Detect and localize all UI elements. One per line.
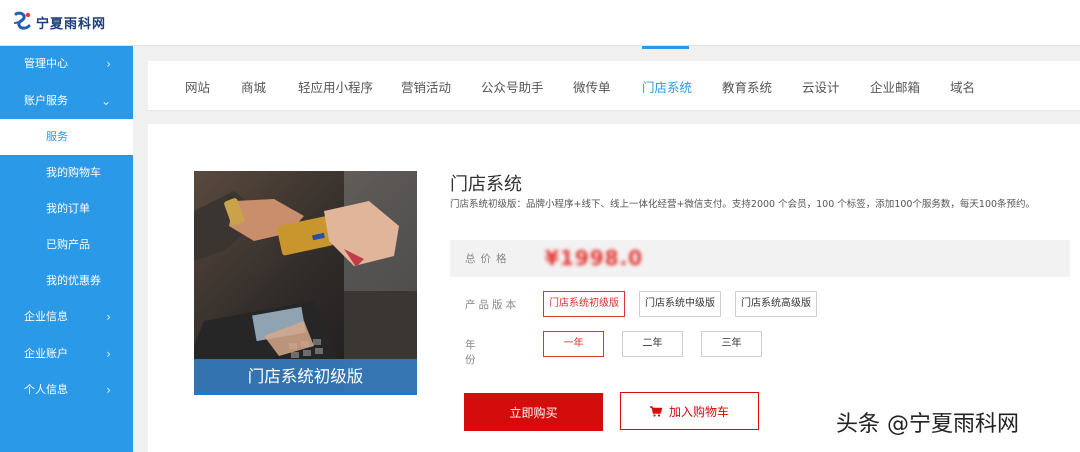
- tab-marketing[interactable]: 营销活动: [401, 77, 451, 96]
- tab-enterprise-mail[interactable]: 企业邮箱: [870, 77, 920, 96]
- sidebar-subitem-purchased[interactable]: 已购产品: [0, 227, 133, 263]
- sidebar-item-label: 已购产品: [46, 238, 90, 251]
- sidebar-subitem-cart[interactable]: 我的购物车: [0, 155, 133, 191]
- sidebar-item-label: 企业账户: [24, 346, 68, 360]
- logo-text: 宁夏雨科网: [36, 16, 107, 32]
- sidebar-item-label: 个人信息: [24, 383, 68, 396]
- chevron-right-icon: ›: [106, 57, 111, 71]
- tab-mall[interactable]: 商城: [241, 77, 266, 96]
- chevron-right-icon: ›: [106, 346, 111, 361]
- sidebar-subitem-orders[interactable]: 我的订单: [0, 191, 133, 227]
- year-option-2[interactable]: 二年: [622, 331, 683, 357]
- price-value: ¥1998.0: [545, 246, 644, 270]
- year-label-text: 年份: [465, 339, 500, 366]
- chevron-right-icon: ›: [106, 310, 111, 324]
- sidebar-item-account-services[interactable]: 账户服务 ⌄: [0, 83, 133, 120]
- watermark: 头条 @宁夏雨科网: [836, 412, 1019, 437]
- tab-website[interactable]: 网站: [185, 77, 210, 96]
- add-to-cart-label: 加入购物车: [668, 404, 729, 419]
- version-label: 产品版本: [465, 299, 519, 311]
- cart-icon: [649, 405, 662, 417]
- site-logo[interactable]: 宁夏雨科网: [12, 9, 106, 35]
- product-description: 门店系统初级版：品牌小程序+线下、线上一体化经营+微信支付。支持2000 个会员…: [450, 199, 1036, 210]
- year-option-1[interactable]: 一年: [543, 331, 604, 357]
- tab-store-system[interactable]: 门店系统: [642, 77, 692, 96]
- sidebar: 管理中心 › 账户服务 ⌄ 服务 我的购物车 我的订单 已购产品 我的优惠券 企…: [0, 46, 133, 452]
- tab-education[interactable]: 教育系统: [722, 77, 772, 96]
- sidebar-item-label: 账户服务: [24, 93, 68, 107]
- product-image: 门店系统初级版: [194, 171, 417, 395]
- sidebar-item-label: 企业信息: [24, 310, 68, 323]
- year-option-3[interactable]: 三年: [701, 331, 762, 357]
- tab-mini-program[interactable]: 轻应用小程序: [298, 77, 373, 96]
- sidebar-subitem-coupons[interactable]: 我的优惠券: [0, 263, 133, 299]
- buy-now-button[interactable]: 立即购买: [464, 393, 603, 431]
- chevron-down-icon: ⌄: [100, 93, 111, 108]
- version-option-basic[interactable]: 门店系统初级版: [543, 291, 625, 317]
- top-header: 宁夏雨科网: [0, 0, 1080, 46]
- active-tab-indicator: [642, 46, 689, 49]
- price-bar: 总价格 ¥1998.0: [450, 240, 1070, 277]
- add-to-cart-button[interactable]: 加入购物车: [620, 392, 759, 430]
- price-label: 总价格: [465, 253, 512, 265]
- tab-official-account[interactable]: 公众号助手: [481, 77, 544, 96]
- chevron-right-icon: ›: [106, 383, 111, 397]
- product-image-caption: 门店系统初级版: [194, 359, 417, 395]
- sidebar-subitem-services[interactable]: 服务: [0, 119, 133, 155]
- version-option-intermediate[interactable]: 门店系统中级版: [639, 291, 721, 317]
- tab-micro-flyer[interactable]: 微传单: [573, 77, 611, 96]
- sidebar-item-company-account[interactable]: 企业账户 ›: [0, 336, 133, 373]
- sidebar-item-company-info[interactable]: 企业信息 ›: [0, 299, 133, 336]
- tab-domain[interactable]: 域名: [950, 77, 975, 96]
- sidebar-item-label: 我的优惠券: [46, 274, 101, 287]
- product-title: 门店系统: [450, 174, 522, 195]
- tab-cloud-design[interactable]: 云设计: [802, 77, 840, 96]
- sidebar-item-personal-info[interactable]: 个人信息 ›: [0, 372, 133, 409]
- sidebar-item-label: 我的订单: [46, 202, 90, 215]
- year-label: 年份: [465, 337, 515, 367]
- product-tabs: 网站 商城 轻应用小程序 营销活动 公众号助手 微传单 门店系统 教育系统 云设…: [148, 61, 1080, 111]
- version-option-advanced[interactable]: 门店系统高级版: [735, 291, 817, 317]
- sidebar-item-management-center[interactable]: 管理中心 ›: [0, 46, 133, 83]
- sidebar-item-label: 管理中心: [24, 57, 68, 70]
- sidebar-item-label: 服务: [46, 130, 68, 143]
- sidebar-item-label: 我的购物车: [46, 166, 101, 179]
- logo-icon: [14, 11, 31, 30]
